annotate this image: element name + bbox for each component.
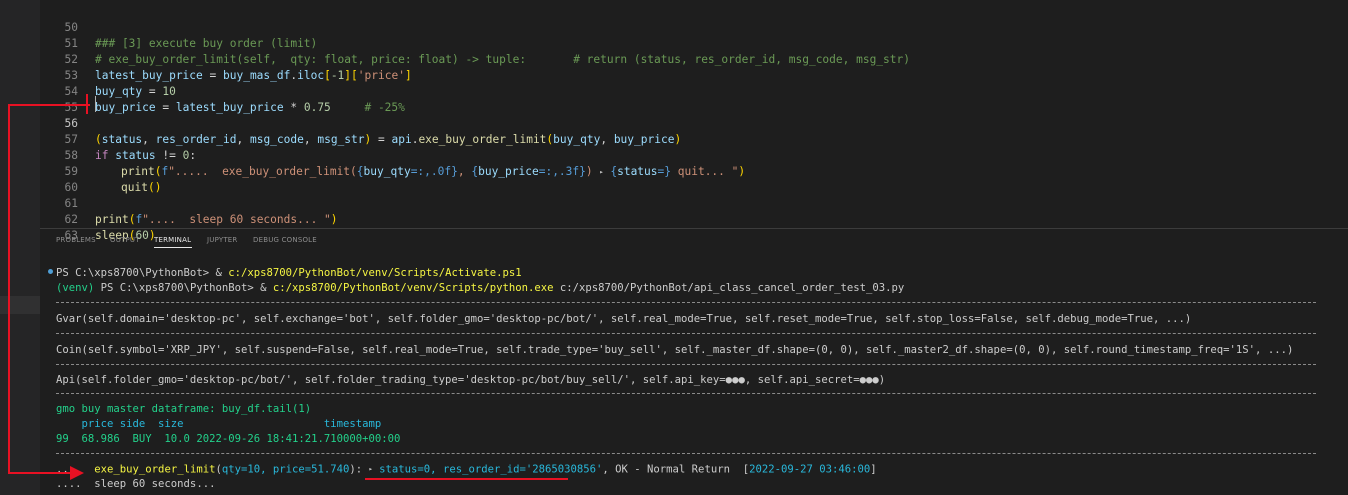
terminal-line-result: .... exe_buy_order_limit(qty=10, price=5… — [56, 463, 877, 476]
dataframe-header: price side size timestamp — [56, 418, 382, 430]
activity-bar — [0, 0, 40, 495]
separator-line — [56, 364, 1316, 365]
code-line-63[interactable]: 63 — [40, 212, 1348, 242]
terminal-line-python: (venv) PS C:\xps8700\PythonBot> & c:/xps… — [56, 282, 905, 294]
terminal-line-sleep: .... sleep 60 seconds... — [56, 478, 216, 490]
separator-line — [56, 453, 1316, 454]
tab-debug-console[interactable]: DEBUG CONSOLE — [253, 236, 317, 244]
terminal-line-gvar: Gvar(self.domain='desktop-pc', self.exch… — [56, 313, 1192, 325]
code-line-55[interactable]: 55 — [40, 84, 1348, 114]
code-line-52[interactable]: 52 latest_buy_price = buy_mas_df.iloc[-1… — [40, 36, 1348, 82]
code-line-51[interactable]: 51 # exe_buy_order_limit(self, qty: floa… — [40, 20, 1348, 66]
terminal-line-coin: Coin(self.symbol='XRP_JPY', self.suspend… — [56, 344, 1294, 356]
text-cursor — [95, 96, 96, 112]
code-line-50[interactable]: 50 ### [3] execute buy order (limit) — [40, 4, 1348, 50]
panel-tabs: PROBLEMS OUTPUT TERMINAL JUPYTER DEBUG C… — [40, 229, 1348, 253]
terminal[interactable]: PS C:\xps8700\PythonBot> & c:/xps8700/Py… — [40, 262, 1348, 495]
code-line-60[interactable]: 60 — [40, 164, 1348, 194]
command-decoration-icon — [48, 269, 53, 274]
tab-output[interactable]: OUTPUT — [110, 236, 140, 244]
terminal-line-gmo-title: gmo buy master dataframe: buy_df.tail(1) — [56, 403, 312, 415]
code-line-54[interactable]: 54 buy_price = latest_buy_price * 0.75 #… — [40, 68, 1348, 114]
dataframe-row: 99 68.986 BUY 10.0 2022-09-26 18:41:21.7… — [56, 433, 401, 445]
code-line-61[interactable]: 61 print(f".... sleep 60 seconds... ") — [40, 180, 1348, 226]
code-line-56[interactable]: 56 (status, res_order_id, msg_code, msg_… — [40, 100, 1348, 146]
code-line-59[interactable]: 59 quit() — [40, 148, 1348, 194]
code-line-62[interactable]: 62 sleep(60) — [40, 196, 1348, 242]
separator-line — [56, 393, 1316, 394]
activity-highlight — [0, 296, 40, 314]
tab-problems[interactable]: PROBLEMS — [56, 236, 96, 244]
code-line-58[interactable]: 58 print(f"..... exe_buy_order_limit({bu… — [40, 132, 1348, 178]
terminal-line-activate: PS C:\xps8700\PythonBot> & c:/xps8700/Py… — [56, 267, 522, 279]
terminal-line-api: Api(self.folder_gmo='desktop-pc/bot/', s… — [56, 374, 886, 386]
code-line-53[interactable]: 53 buy_qty = 10 — [40, 52, 1348, 98]
tab-jupyter[interactable]: JUPYTER — [207, 236, 238, 244]
separator-line — [56, 333, 1316, 334]
separator-line — [56, 302, 1316, 303]
code-line-57[interactable]: 57 if status != 0: — [40, 116, 1348, 162]
code-editor[interactable]: 50 ### [3] execute buy order (limit) 51 … — [40, 0, 1348, 242]
active-tab-indicator — [154, 247, 192, 248]
tab-terminal[interactable]: TERMINAL — [154, 236, 191, 244]
